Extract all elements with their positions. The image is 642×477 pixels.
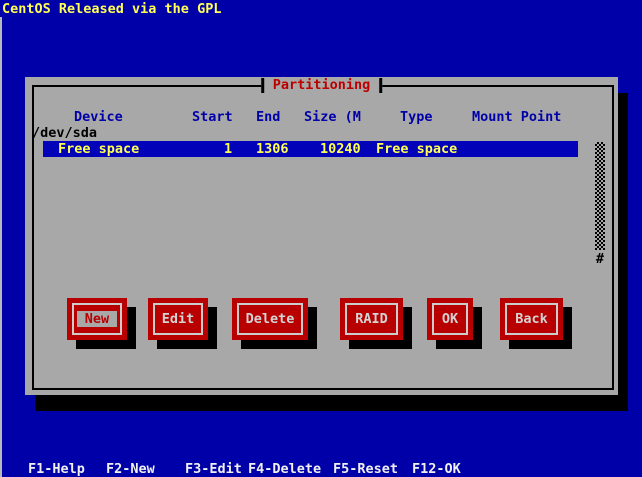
cell-type: Free space [376, 141, 458, 157]
raid-button[interactable]: RAID [340, 298, 403, 340]
fkey-edit-hint: F3-Edit [185, 461, 242, 477]
dialog-title-text: Partitioning [272, 77, 371, 93]
scrollbar-trough[interactable] [595, 142, 605, 250]
back-button-label: Back [515, 311, 548, 327]
back-button[interactable]: Back [500, 298, 563, 340]
screen-edge-artifact [0, 17, 2, 477]
delete-button-label: Delete [245, 311, 295, 327]
console-screen: CentOS Released via the GPL Partitioning… [0, 0, 642, 477]
dialog-border [32, 85, 614, 390]
new-button[interactable]: New [67, 298, 127, 340]
scrollbar-thumb[interactable]: # [593, 251, 607, 267]
device-group-row: /dev/sda [32, 125, 98, 141]
edit-button[interactable]: Edit [148, 298, 208, 340]
partitioning-dialog: Partitioning Device Start End Size (M Ty… [25, 77, 618, 395]
column-header-mount-point: Mount Point [472, 109, 562, 125]
fkey-ok-hint: F12-OK [412, 461, 461, 477]
column-header-type: Type [400, 109, 433, 125]
cell-start: 1 [224, 141, 233, 157]
column-header-end: End [256, 109, 281, 125]
delete-button[interactable]: Delete [232, 298, 308, 340]
raid-button-label: RAID [355, 311, 388, 327]
ok-button-label: OK [441, 311, 459, 327]
title-right-tick [379, 77, 383, 93]
ok-button[interactable]: OK [427, 298, 473, 340]
cell-device: Free space [58, 141, 140, 157]
cell-end: 1306 [256, 141, 289, 157]
console-boot-title: CentOS Released via the GPL [2, 1, 222, 17]
column-header-size: Size (M [304, 109, 361, 125]
new-button-label: New [76, 311, 118, 327]
fkey-reset-hint: F5-Reset [333, 461, 399, 477]
fkey-delete-hint: F4-Delete [248, 461, 322, 477]
column-header-device: Device [74, 109, 123, 125]
cell-size: 10240 [320, 141, 361, 157]
function-key-bar: F1-Help F2-New F3-Edit F4-Delete F5-Rese… [0, 461, 642, 477]
dialog-title: Partitioning [260, 77, 383, 93]
fkey-help-hint: F1-Help [28, 461, 85, 477]
table-row-selected[interactable]: Free space 1 1306 10240 Free space [43, 141, 578, 157]
column-header-start: Start [192, 109, 233, 125]
edit-button-label: Edit [161, 311, 195, 327]
fkey-new-hint: F2-New [106, 461, 155, 477]
